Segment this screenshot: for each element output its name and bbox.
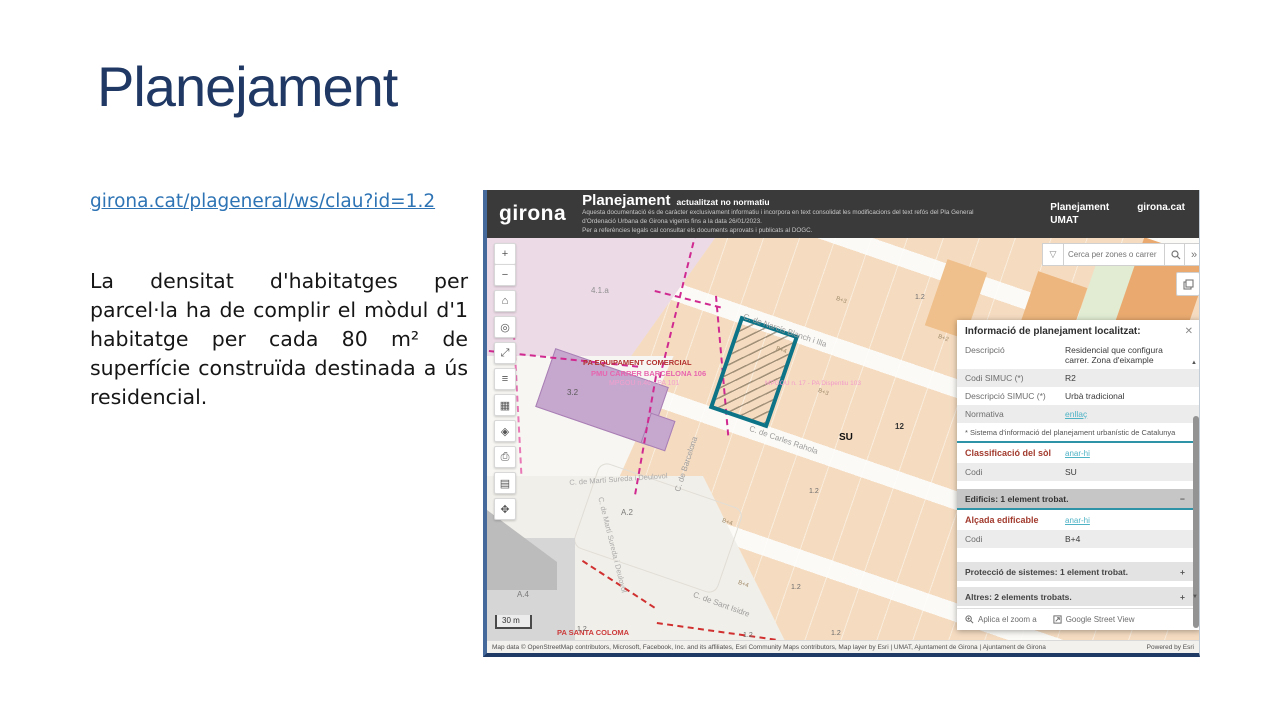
- row-label: Codi: [965, 467, 1065, 477]
- header-app-name-2: UMAT: [1050, 214, 1109, 227]
- panel-row: Normativa enllaç: [957, 405, 1199, 423]
- print-button[interactable]: ⎙: [494, 446, 516, 468]
- street-view-label: Google Street View: [1066, 615, 1135, 624]
- legend-button[interactable]: ≡: [494, 368, 516, 390]
- section-title: Alçada edificable: [965, 515, 1065, 525]
- section-header-proteccio[interactable]: Protecció de sistemes: 1 element trobat.…: [957, 562, 1199, 581]
- panel-row: Descripció Residencial que configura car…: [957, 341, 1199, 369]
- map-label: 3.2: [567, 388, 578, 397]
- scale-bar: 30 m: [495, 615, 532, 629]
- panel-title: Informació de planejament localitzat:: [965, 326, 1141, 337]
- section-header-edificis[interactable]: Edificis: 1 element trobat. −: [957, 489, 1199, 508]
- row-value: SU: [1065, 467, 1193, 477]
- section-header-label: Altres: 2 elements trobats.: [965, 592, 1072, 602]
- row-value: Urbà tradicional: [1065, 391, 1193, 401]
- webapp-screenshot: girona Planejament actualitzat no normat…: [483, 190, 1200, 657]
- header-brand: girona.cat: [1137, 201, 1185, 227]
- body-paragraph: La densitat d'habitatges per parcel·la h…: [90, 267, 468, 412]
- page-title: Planejament: [97, 56, 397, 118]
- map-label: A.2: [621, 508, 633, 517]
- powered-by-esri: Powered by Esri: [1147, 644, 1194, 651]
- header-main: Planejament actualitzat no normatiu Aque…: [582, 192, 1050, 235]
- section-title: Classificació del sòl: [965, 448, 1065, 458]
- row-label: Descripció: [965, 345, 1065, 355]
- map-label: 1.2: [743, 632, 753, 639]
- girona-logo: girona: [487, 202, 582, 226]
- close-icon[interactable]: ✕: [1179, 326, 1193, 337]
- apply-zoom-button[interactable]: Aplica el zoom a: [965, 615, 1037, 624]
- go-to-link[interactable]: anar-hi: [1065, 516, 1090, 525]
- app-title: Planejament: [582, 192, 670, 209]
- panel-footnote: * Sistema d'informació del planejament u…: [957, 423, 1199, 441]
- app-header: girona Planejament actualitzat no normat…: [487, 190, 1199, 238]
- normativa-link[interactable]: enllaç: [1065, 409, 1193, 419]
- map-toolbar: +− ⌂ ◎ ⤢ ≡ ▦ ◈ ⎙ ▤ ✥: [494, 243, 516, 520]
- layers-button[interactable]: ◈: [494, 420, 516, 442]
- row-label: Descripció SIMUC (*): [965, 391, 1065, 401]
- section-alcada: Alçada edificable anar-hi Codi B+4: [957, 508, 1199, 548]
- panel-row: Codi SIMUC (*) R2: [957, 369, 1199, 387]
- row-label: Codi SIMUC (*): [965, 373, 1065, 383]
- zone-label: MPGOU n.46 - PA 101: [609, 380, 679, 387]
- section-header-label: Protecció de sistemes: 1 element trobat.: [965, 567, 1128, 577]
- map-label: 1.2: [915, 294, 925, 301]
- section-classificacio: Classificació del sòl anar-hi Codi SU: [957, 441, 1199, 481]
- app-subtitle: actualitzat no normatiu: [677, 197, 770, 207]
- header-right: Planejament UMAT girona.cat: [1050, 201, 1199, 227]
- zoom-out-button[interactable]: −: [494, 264, 516, 286]
- map-label: 4.1.a: [591, 286, 609, 295]
- search-input[interactable]: [1064, 243, 1165, 266]
- basemap-button[interactable]: ▦: [494, 394, 516, 416]
- pan-button[interactable]: ✥: [494, 498, 516, 520]
- measure-button[interactable]: ▤: [494, 472, 516, 494]
- row-value: R2: [1065, 373, 1193, 383]
- panel-row: Descripció SIMUC (*) Urbà tradicional: [957, 387, 1199, 405]
- home-button[interactable]: ⌂: [494, 290, 516, 312]
- map-label: 12: [895, 422, 904, 431]
- zone-label: PMU CARRER BARCELONA 106: [591, 369, 706, 378]
- zone-label: MPGOU n. 17 - PA Dispentiu 103: [765, 380, 861, 387]
- zone-label: SU: [839, 432, 853, 443]
- zoom-in-button[interactable]: +: [494, 243, 516, 265]
- search-expand-button[interactable]: »: [1184, 243, 1199, 266]
- row-value: B+4: [1065, 534, 1193, 544]
- collapse-icon[interactable]: −: [1180, 494, 1193, 504]
- map-label: 1.2: [809, 488, 819, 495]
- panel-footer: Aplica el zoom a Google Street View: [957, 608, 1199, 630]
- locate-button[interactable]: ◎: [494, 316, 516, 338]
- header-app-name: Planejament: [1050, 201, 1109, 214]
- scroll-up-icon[interactable]: ▲: [1191, 360, 1197, 366]
- hyperlink[interactable]: girona.cat/plageneral/ws/clau?id=1.2: [90, 191, 435, 212]
- map-label: 1.2: [577, 626, 587, 633]
- zone-label: PA SANTA COLOMA: [557, 628, 629, 637]
- map-label: A.4: [517, 590, 529, 599]
- apply-zoom-label: Aplica el zoom a: [978, 615, 1037, 624]
- disclaimer-line-1: Aquesta documentació és de caràcter excl…: [582, 209, 982, 227]
- street-view-button[interactable]: Google Street View: [1053, 615, 1135, 624]
- search-bar: ▽: [1042, 243, 1187, 266]
- section-header-altres[interactable]: Altres: 2 elements trobats. +: [957, 587, 1199, 606]
- go-to-link[interactable]: anar-hi: [1065, 449, 1090, 458]
- map-label: 1.2: [791, 584, 801, 591]
- attribution-text: Map data © OpenStreetMap contributors, M…: [492, 644, 1046, 651]
- map-attribution: Map data © OpenStreetMap contributors, M…: [487, 640, 1199, 653]
- section-header-label: Edificis: 1 element trobat.: [965, 494, 1068, 504]
- disclaimer-line-2: Per a referències legals cal consultar e…: [582, 227, 982, 236]
- row-label: Normativa: [965, 409, 1065, 419]
- info-panel: Informació de planejament localitzat: ✕ …: [957, 320, 1199, 630]
- row-value: Residencial que configura carrer. Zona d…: [1065, 345, 1193, 365]
- zone-label: PA EQUIPAMENT COMERCIAL: [583, 358, 692, 367]
- map-label: 1.2: [831, 630, 841, 637]
- map-canvas[interactable]: 4.1.a PA EQUIPAMENT COMERCIAL PMU CARRER B…: [487, 238, 1199, 641]
- expand-icon[interactable]: +: [1180, 592, 1193, 602]
- presentation-slide: Planejament girona.cat/plageneral/ws/cla…: [0, 0, 1280, 720]
- search-filter-caret-icon[interactable]: ▽: [1042, 243, 1064, 266]
- expand-icon[interactable]: +: [1180, 567, 1193, 577]
- row-label: Codi: [965, 534, 1065, 544]
- scroll-down-icon[interactable]: ▼: [1192, 594, 1198, 600]
- duplicate-view-button[interactable]: [1176, 272, 1199, 296]
- extent-button[interactable]: ⤢: [494, 342, 516, 364]
